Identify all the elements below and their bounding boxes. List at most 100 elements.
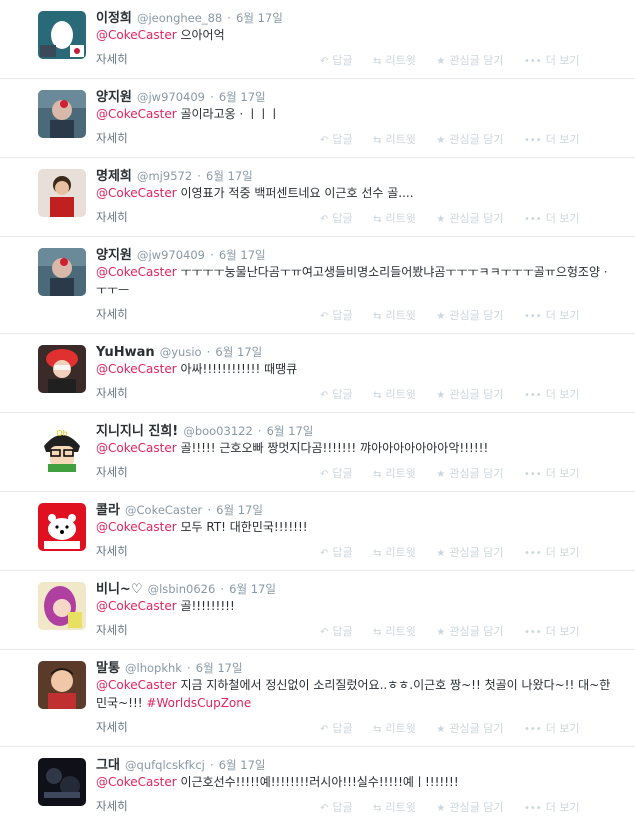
- mention-link[interactable]: @CokeCaster: [96, 599, 177, 613]
- detail-link[interactable]: 자세히: [96, 543, 128, 559]
- reply-button[interactable]: ↶ 답글: [320, 544, 353, 560]
- reply-button[interactable]: ↶ 답글: [320, 623, 353, 639]
- user-handle[interactable]: @lsbin0626: [148, 582, 216, 596]
- favorite-button[interactable]: ★ 관심글 담기: [436, 131, 503, 147]
- detail-link[interactable]: 자세히: [96, 306, 128, 322]
- mention-link[interactable]: @CokeCaster: [96, 362, 177, 376]
- detail-link[interactable]: 자세히: [96, 798, 128, 814]
- reply-button[interactable]: ↶ 답글: [320, 799, 353, 815]
- retweet-button[interactable]: ⇆ 리트윗: [373, 210, 416, 226]
- retweet-button[interactable]: ⇆ 리트윗: [373, 720, 416, 736]
- tweet-item[interactable]: 비니~♡ @lsbin0626 · 6월 17일 @CokeCaster 골!!…: [0, 571, 635, 650]
- user-name[interactable]: 명제희: [96, 169, 132, 184]
- timestamp[interactable]: 6월 17일: [216, 503, 263, 517]
- favorite-button[interactable]: ★ 관심글 담기: [436, 465, 503, 481]
- tweet-item[interactable]: 양지원 @jw970409 · 6월 17일 @CokeCaster 골이라고옹…: [0, 79, 635, 158]
- avatar[interactable]: [38, 90, 86, 138]
- user-handle[interactable]: @CokeCaster: [125, 503, 202, 517]
- retweet-button[interactable]: ⇆ 리트윗: [373, 544, 416, 560]
- user-handle[interactable]: @yusio: [160, 345, 202, 359]
- favorite-button[interactable]: ★ 관심글 담기: [436, 623, 503, 639]
- tweet-item[interactable]: 양지원 @jw970409 · 6월 17일 @CokeCaster ㅜㅜㅜㅜ눙…: [0, 237, 635, 334]
- detail-link[interactable]: 자세히: [96, 51, 128, 67]
- timestamp[interactable]: 6월 17일: [215, 345, 262, 359]
- more-button[interactable]: ••• 더 보기: [524, 307, 580, 323]
- avatar[interactable]: [38, 169, 86, 217]
- mention-link[interactable]: @CokeCaster: [96, 441, 177, 455]
- tweet-item[interactable]: 이정희 @jeonghee_88 · 6월 17일 @CokeCaster 으아…: [0, 0, 635, 79]
- timestamp[interactable]: 6월 17일: [219, 90, 266, 104]
- retweet-button[interactable]: ⇆ 리트윗: [373, 307, 416, 323]
- user-handle[interactable]: @qufqlcskfkcj: [125, 758, 205, 772]
- avatar[interactable]: [38, 661, 86, 709]
- avatar[interactable]: [38, 582, 86, 630]
- detail-link[interactable]: 자세히: [96, 385, 128, 401]
- timestamp[interactable]: 6월 17일: [219, 758, 266, 772]
- tweet-item[interactable]: 콜라 @CokeCaster · 6월 17일 @CokeCaster 모두 R…: [0, 492, 635, 571]
- tweet-item[interactable]: 그대 @qufqlcskfkcj · 6월 17일 @CokeCaster 이근…: [0, 747, 635, 820]
- timestamp[interactable]: 6월 17일: [267, 424, 314, 438]
- retweet-button[interactable]: ⇆ 리트윗: [373, 799, 416, 815]
- detail-link[interactable]: 자세히: [96, 719, 128, 735]
- tweet-item[interactable]: Oh 지니지니 진희! @boo03122 · 6월 17일 @CokeCast…: [0, 413, 635, 492]
- user-name[interactable]: 지니지니 진희!: [96, 424, 178, 439]
- retweet-button[interactable]: ⇆ 리트윗: [373, 131, 416, 147]
- user-name[interactable]: 양지원: [96, 248, 132, 263]
- user-handle[interactable]: @mj9572: [137, 169, 192, 183]
- avatar[interactable]: [38, 758, 86, 806]
- avatar[interactable]: [38, 503, 86, 551]
- hashtag-link[interactable]: #WorldsCupZone: [146, 696, 251, 710]
- retweet-button[interactable]: ⇆ 리트윗: [373, 52, 416, 68]
- user-handle[interactable]: @boo03122: [183, 424, 252, 438]
- timestamp[interactable]: 6월 17일: [236, 11, 283, 25]
- tweet-item[interactable]: 명제희 @mj9572 · 6월 17일 @CokeCaster 이영표가 적중…: [0, 158, 635, 237]
- more-button[interactable]: ••• 더 보기: [524, 210, 580, 226]
- favorite-button[interactable]: ★ 관심글 담기: [436, 799, 503, 815]
- tweet-item[interactable]: 말통 @lhopkhk · 6월 17일 @CokeCaster 지금 지하철에…: [0, 650, 635, 747]
- more-button[interactable]: ••• 더 보기: [524, 720, 580, 736]
- user-name[interactable]: 비니~♡: [96, 582, 142, 597]
- detail-link[interactable]: 자세히: [96, 209, 128, 225]
- user-name[interactable]: 이정희: [96, 11, 132, 26]
- more-button[interactable]: ••• 더 보기: [524, 623, 580, 639]
- favorite-button[interactable]: ★ 관심글 담기: [436, 720, 503, 736]
- favorite-button[interactable]: ★ 관심글 담기: [436, 386, 503, 402]
- mention-link[interactable]: @CokeCaster: [96, 265, 177, 279]
- timestamp[interactable]: 6월 17일: [219, 248, 266, 262]
- favorite-button[interactable]: ★ 관심글 담기: [436, 307, 503, 323]
- mention-link[interactable]: @CokeCaster: [96, 775, 177, 789]
- timestamp[interactable]: 6월 17일: [206, 169, 253, 183]
- more-button[interactable]: ••• 더 보기: [524, 465, 580, 481]
- timestamp[interactable]: 6월 17일: [229, 582, 276, 596]
- more-button[interactable]: ••• 더 보기: [524, 544, 580, 560]
- mention-link[interactable]: @CokeCaster: [96, 28, 177, 42]
- timestamp[interactable]: 6월 17일: [196, 661, 243, 675]
- avatar[interactable]: [38, 248, 86, 296]
- avatar[interactable]: [38, 11, 86, 59]
- user-handle[interactable]: @jw970409: [137, 90, 205, 104]
- more-button[interactable]: ••• 더 보기: [524, 131, 580, 147]
- retweet-button[interactable]: ⇆ 리트윗: [373, 386, 416, 402]
- mention-link[interactable]: @CokeCaster: [96, 107, 177, 121]
- user-name[interactable]: 말통: [96, 661, 120, 676]
- retweet-button[interactable]: ⇆ 리트윗: [373, 623, 416, 639]
- mention-link[interactable]: @CokeCaster: [96, 678, 177, 692]
- user-handle[interactable]: @lhopkhk: [125, 661, 182, 675]
- user-handle[interactable]: @jeonghee_88: [137, 11, 222, 25]
- more-button[interactable]: ••• 더 보기: [524, 386, 580, 402]
- avatar[interactable]: [38, 345, 86, 393]
- reply-button[interactable]: ↶ 답글: [320, 52, 353, 68]
- tweet-item[interactable]: YuHwan @yusio · 6월 17일 @CokeCaster 아싸!!!…: [0, 334, 635, 413]
- user-name[interactable]: 그대: [96, 758, 120, 773]
- reply-button[interactable]: ↶ 답글: [320, 210, 353, 226]
- user-handle[interactable]: @jw970409: [137, 248, 205, 262]
- reply-button[interactable]: ↶ 답글: [320, 386, 353, 402]
- avatar[interactable]: Oh: [38, 424, 86, 472]
- user-name[interactable]: 양지원: [96, 90, 132, 105]
- reply-button[interactable]: ↶ 답글: [320, 465, 353, 481]
- detail-link[interactable]: 자세히: [96, 464, 128, 480]
- more-button[interactable]: ••• 더 보기: [524, 799, 580, 815]
- mention-link[interactable]: @CokeCaster: [96, 186, 177, 200]
- favorite-button[interactable]: ★ 관심글 담기: [436, 210, 503, 226]
- more-button[interactable]: ••• 더 보기: [524, 52, 580, 68]
